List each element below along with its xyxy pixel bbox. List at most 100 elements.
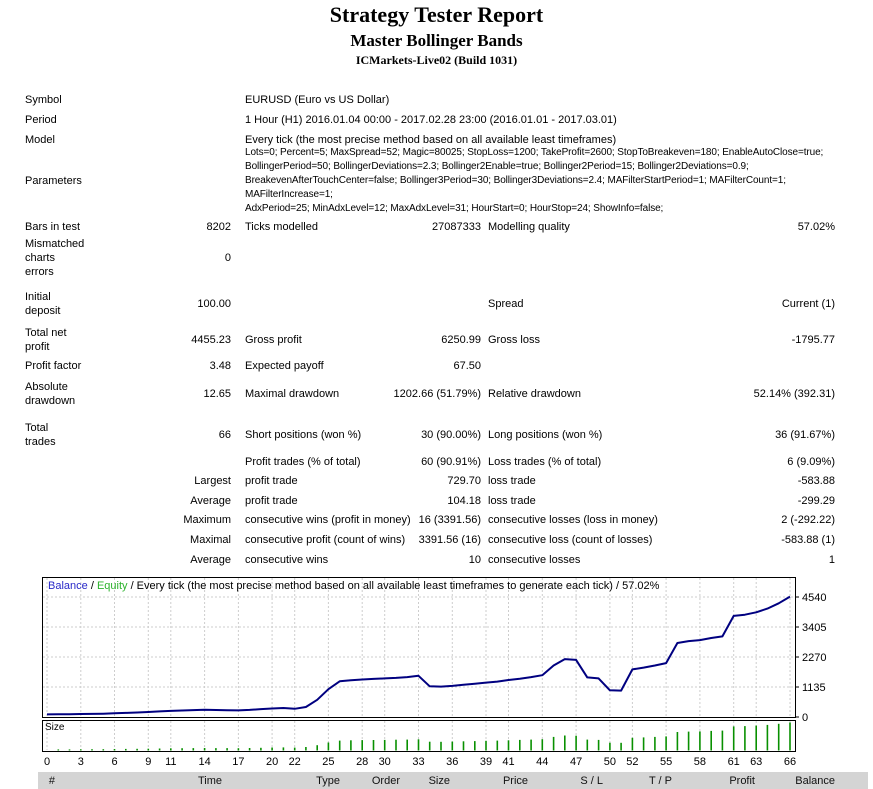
- x-axis-label: 41: [502, 756, 514, 768]
- column-header: Time: [197, 775, 222, 787]
- row-label: Total net profit: [25, 327, 67, 353]
- stat-value: -299.29: [797, 495, 835, 507]
- grid-lines: [43, 578, 794, 750]
- stat-value: 3.48: [209, 360, 231, 372]
- stat-label: Lots=0; Percent=5; MaxSpread=52; Magic=8…: [245, 147, 824, 214]
- stat-value: 66: [218, 429, 231, 441]
- legend-text: /: [88, 580, 97, 592]
- summary-row: Symbol EURUSD (Euro vs US Dollar): [0, 93, 873, 107]
- row-label: Period: [25, 114, 57, 126]
- row-label: Total trades: [25, 422, 56, 448]
- x-axis-label: 44: [536, 756, 548, 768]
- column-header: T / P: [648, 775, 672, 787]
- server-build-info: ICMarkets-Live02 (Build 1031): [355, 53, 518, 67]
- stat-value: Average: [190, 554, 231, 566]
- summary-row: Parameters Lots=0; Percent=5; MaxSpread=5…: [0, 147, 873, 214]
- stat-value: 4455.23: [191, 334, 231, 346]
- legend-text: / Every tick (the most precise method ba…: [128, 580, 660, 592]
- x-axis-label: 33: [412, 756, 424, 768]
- summary-row: Average consecutive wins 10 consecutive los…: [0, 553, 873, 567]
- chart-legend: Balance / Equity / Every tick (the most …: [48, 580, 660, 592]
- trades-table-header: # Time Type Order Size Price S / L T / P Profit B…: [38, 772, 868, 789]
- x-axis-label: 9: [145, 756, 151, 768]
- x-axis-label: 20: [266, 756, 278, 768]
- x-axis-label: 39: [480, 756, 492, 768]
- x-axis-label: 25: [322, 756, 334, 768]
- summary-row: Model Every tick (the most precise method…: [0, 133, 873, 147]
- stat-value: 12.65: [203, 388, 231, 400]
- stat-value: Maximum: [183, 514, 231, 526]
- x-axis-label: 47: [570, 756, 582, 768]
- x-axis-label: 3: [78, 756, 84, 768]
- legend-balance: Balance: [48, 580, 88, 592]
- stat-value: 57.02%: [797, 221, 835, 233]
- summary-row: Initial deposit 100.00 Spread Current (1): [0, 290, 873, 318]
- summary-row: Maximal consecutive profit (count of wins…: [0, 533, 873, 547]
- summary-row: Profit factor 3.48 Expected payoff 67.50: [0, 359, 873, 373]
- summary-row: Total trades 66 Short positions (won %) 30 …: [0, 421, 873, 449]
- column-header: Balance: [795, 775, 835, 787]
- stat-value: 52.14% (392.31): [753, 388, 835, 400]
- report-subtitle: Master Bollinger Bands: [350, 31, 523, 50]
- x-axis-label: 14: [198, 756, 210, 768]
- summary-row: Total net profit 4455.23 Gross profit 6250.…: [0, 326, 873, 354]
- column-header: Type: [316, 775, 340, 787]
- stat-value: 27087333: [432, 221, 481, 233]
- page-title: Strategy Tester Report: [329, 2, 544, 27]
- stat-value: 30 (90.00%): [421, 429, 481, 441]
- y-axis-label: 0: [802, 712, 808, 724]
- stat-value: 729.70: [447, 475, 481, 487]
- x-axis-label: 50: [604, 756, 616, 768]
- stat-value: 60 (90.91%): [421, 456, 481, 468]
- stat-value: -1795.77: [791, 334, 835, 346]
- column-header: Size: [428, 775, 450, 787]
- balance-chart: 0 1135 2270 3405 4540 0 3 6 9 11 14 17 20 22 25 28 30 33 3…: [42, 577, 842, 772]
- x-axis-label: 0: [44, 756, 50, 768]
- stat-value: 2 (-292.22): [781, 514, 835, 526]
- y-axis-label: 3405: [802, 622, 826, 634]
- stat-value: 8202: [206, 221, 231, 233]
- stat-value: Current (1): [781, 298, 835, 310]
- stat-value: 16 (3391.56): [418, 514, 481, 526]
- x-axis-label: 36: [446, 756, 458, 768]
- column-header: Profit: [729, 775, 755, 787]
- column-header: S / L: [580, 775, 603, 787]
- x-axis-label: 22: [289, 756, 301, 768]
- x-axis-label: 52: [626, 756, 638, 768]
- stat-value: 104.18: [447, 495, 481, 507]
- x-axis-label: 66: [784, 756, 796, 768]
- chart-svg: 011352270340545400 3 6 9 11 14 17 20 22 25 28 30 33 3…: [42, 577, 826, 768]
- summary-row: Absolute drawdown 12.65 Maximal drawdown 12…: [0, 380, 873, 408]
- stat-value: 10: [468, 554, 481, 566]
- stat-value: -583.88: [797, 475, 835, 487]
- stat-label: 1 Hour (H1) 2016.01.04 00:00 - 2017.02.2…: [245, 114, 617, 126]
- x-axis-label: 63: [750, 756, 762, 768]
- row-label: Mismatched charts errors: [25, 238, 85, 278]
- stat-value: Largest: [194, 475, 231, 487]
- summary-row: Period 1 Hour (H1) 2016.01.04 00:00 - 201…: [0, 113, 873, 127]
- stat-value: 0: [224, 252, 231, 264]
- column-header: #: [48, 775, 55, 787]
- size-bars: [57, 722, 791, 751]
- x-axis-label: 58: [694, 756, 706, 768]
- stat-value: 36 (91.67%): [775, 429, 835, 441]
- row-label: Model: [25, 134, 55, 146]
- row-label: Initial deposit: [25, 291, 61, 317]
- x-axis-label: 11: [165, 756, 176, 768]
- row-label: Bars in test: [25, 221, 81, 233]
- x-axis: 0 3 6 9 11 14 17 20 22 25 28 30 33 36 39 41 44 47 50 52 55 58…: [44, 756, 796, 768]
- size-panel-label: Size: [45, 722, 65, 733]
- summary-row: Bars in test 8202 Ticks modelled 27087333 Mo…: [0, 220, 873, 234]
- stat-label: EURUSD (Euro vs US Dollar): [245, 94, 390, 106]
- stat-label: Every tick (the most precise method base…: [245, 134, 617, 146]
- x-axis-label: 61: [728, 756, 740, 768]
- summary-row: Largest profit trade 729.70 loss trade -583.…: [0, 474, 873, 488]
- stat-value: -583.88 (1): [781, 534, 835, 546]
- y-axis-label: 1135: [802, 682, 826, 694]
- summary-row: Maximum consecutive wins (profit in money…: [0, 513, 873, 527]
- x-axis-label: 30: [379, 756, 391, 768]
- x-axis-label: 55: [660, 756, 672, 768]
- stat-value: 3391.56 (16): [418, 534, 481, 546]
- stat-value: 67.50: [453, 360, 481, 372]
- row-label: Parameters: [25, 175, 82, 187]
